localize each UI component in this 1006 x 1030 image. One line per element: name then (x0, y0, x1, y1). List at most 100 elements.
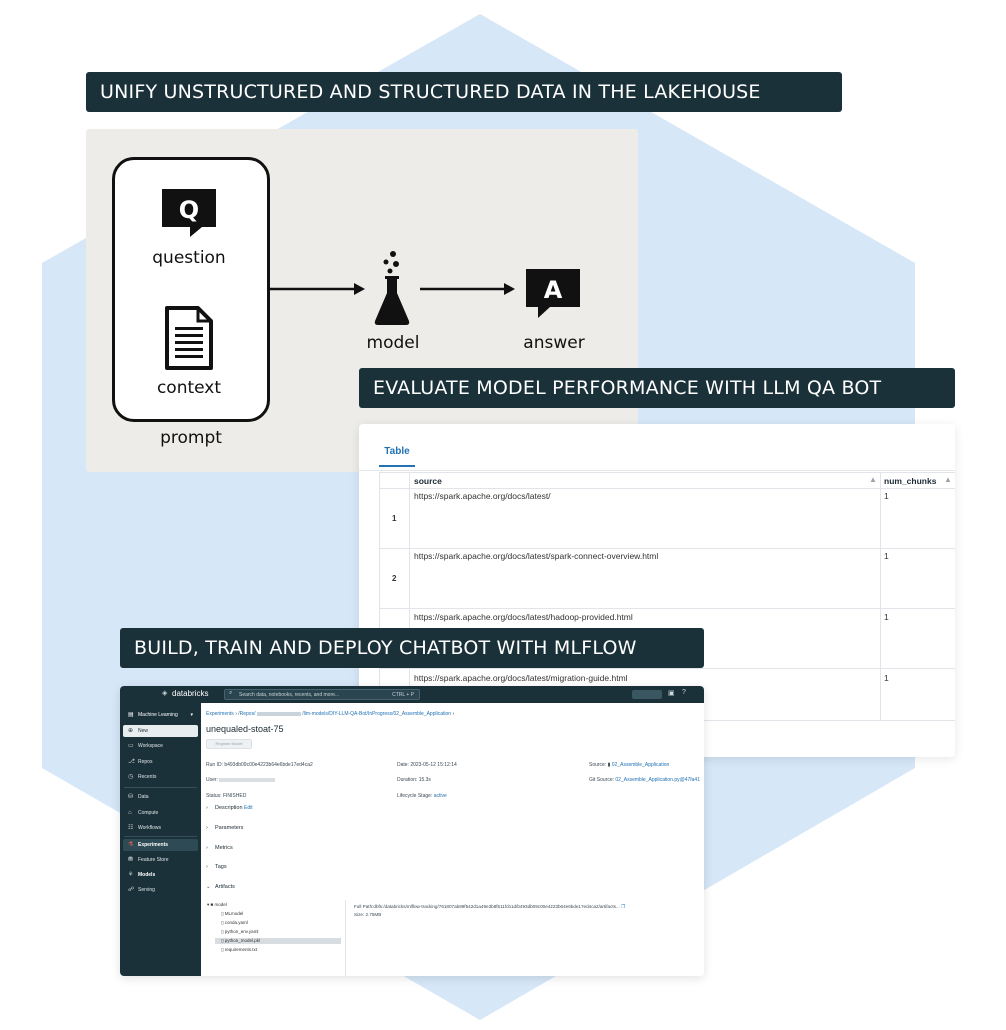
git-source-field: Git Source: 02_Assemble_Application.py@4… (589, 777, 700, 783)
sidebar-divider (124, 836, 197, 837)
sidebar-item-repos[interactable]: ⎇ Repos (123, 756, 198, 768)
search-input[interactable]: ⌕ Search data, notebooks, recents, and m… (224, 689, 420, 700)
question-label: question (152, 248, 226, 268)
workflow-icon: ☷ (128, 825, 134, 831)
tree-item-label: requirements.txt (224, 947, 258, 952)
document-icon (165, 306, 213, 370)
workspace-switcher[interactable] (632, 690, 662, 699)
clock-icon: ◷ (128, 774, 134, 780)
sidebar-item-workspace[interactable]: ▭ Workspace (123, 740, 198, 752)
table-border (880, 472, 881, 720)
cell-num-chunks: 1 (884, 612, 889, 622)
sidebar-item-models[interactable]: ⚘ Models (123, 869, 198, 881)
lifecycle-label: Lifecycle Stage: (397, 793, 433, 799)
sidebar-item-label: Recents (138, 774, 157, 780)
sort-icon[interactable]: ▲ (944, 475, 952, 484)
sidebar-item-new[interactable]: ⊕ New (123, 725, 198, 737)
cell-source: https://spark.apache.org/docs/latest/had… (414, 612, 633, 622)
lifecycle-field: Lifecycle Stage: active (397, 793, 447, 799)
tree-item-label: python_env.yaml (224, 929, 259, 934)
section-description[interactable]: › Description Edit (206, 805, 253, 811)
model-icon: ⚘ (128, 872, 134, 878)
section-metrics[interactable]: › Metrics (206, 845, 233, 851)
context-label: context (156, 378, 222, 398)
breadcrumb-path[interactable]: /llm-models/DIY-LLM-QA-Bot/InProgress/02… (302, 711, 451, 717)
source-label: Source: (589, 762, 607, 768)
prompt-label: prompt (160, 428, 222, 448)
cell-num-chunks: 1 (884, 673, 889, 683)
tree-file[interactable]: ▯ requirements.txt (221, 947, 257, 953)
top-bar: ◈ databricks ⌕ Search data, notebooks, r… (120, 686, 704, 703)
column-header-num-chunks[interactable]: num_chunks (884, 476, 936, 486)
table-border (379, 488, 955, 489)
section-tags[interactable]: › Tags (206, 864, 227, 870)
sidebar-item-data[interactable]: ⛁ Data (123, 791, 198, 803)
databricks-logo-icon: ◈ (162, 690, 168, 697)
tab-table[interactable]: Table (379, 446, 415, 467)
data-icon: ⛁ (128, 794, 134, 800)
sidebar-item-workflows[interactable]: ☷ Workflows (123, 822, 198, 834)
sidebar-item-recents[interactable]: ◷ Recents (123, 771, 198, 783)
cell-num-chunks: 1 (884, 491, 889, 501)
sidebar-item-serving[interactable]: ☍ Serving (123, 884, 198, 896)
brand-name: databricks (172, 689, 209, 698)
tree-folder-model[interactable]: ▾ ■ model (207, 902, 227, 908)
tab-underline (359, 470, 955, 471)
model-label: model (366, 333, 420, 353)
source-link[interactable]: 02_Assemble_Application (612, 762, 670, 768)
persona-label: Machine Learning (138, 712, 178, 718)
notifications-icon[interactable]: ▣ (668, 689, 675, 697)
banner-build-chatbot: BUILD, TRAIN AND DEPLOY CHATBOT WITH MLF… (120, 628, 704, 668)
run-id-value: b493db09c00e4223b64e6bde17ed4ca2 (224, 762, 313, 768)
repo-icon: ⎇ (128, 759, 135, 765)
artifact-path-text: Full Path:dbfs:/databricks/mlflow-tracki… (354, 904, 620, 909)
tree-file[interactable]: ▯ MLmodel (221, 911, 243, 917)
search-placeholder: Search data, notebooks, recents, and mor… (239, 692, 340, 698)
table-border (379, 472, 380, 720)
chevron-down-icon: ▾ (190, 712, 193, 718)
tree-file[interactable]: ▯ python_env.yaml (221, 929, 258, 935)
file-icon: ▯ (221, 938, 224, 943)
tree-item-label: MLmodel (224, 911, 244, 916)
answer-label: answer (523, 333, 585, 353)
sidebar-item-feature-store[interactable]: ⛃ Feature Store (123, 854, 198, 866)
arrow-right-icon-2 (420, 283, 515, 295)
file-icon: ▯ (221, 911, 224, 916)
row-index: 1 (392, 514, 397, 523)
question-bubble-icon: Q (162, 189, 216, 237)
section-label: Description (215, 805, 243, 811)
sidebar-item-label: Feature Store (138, 857, 169, 863)
tree-item-label: conda.yaml (224, 920, 248, 925)
chevron-right-icon: › (206, 825, 208, 831)
column-header-source[interactable]: source (414, 476, 442, 486)
sidebar-item-label: Experiments (138, 842, 169, 848)
tree-file[interactable]: ▯ conda.yaml (221, 920, 248, 926)
sort-icon[interactable]: ▲ (869, 475, 877, 484)
duration-value: 15.3s (418, 777, 431, 783)
section-parameters[interactable]: › Parameters (206, 825, 243, 831)
register-model-button[interactable]: Register Model (206, 739, 252, 749)
sidebar-item-label: Data (138, 794, 149, 800)
sidebar-item-experiments[interactable]: ⚗ Experiments (123, 839, 198, 851)
breadcrumb-experiments[interactable]: Experiments (206, 711, 234, 717)
flask-icon (374, 251, 410, 325)
help-icon[interactable]: ? (682, 689, 686, 696)
serving-icon: ☍ (128, 887, 135, 893)
sidebar-item-label: Workspace (138, 743, 163, 749)
sidebar-item-compute[interactable]: ⌂ Compute (123, 807, 198, 819)
git-source-link[interactable]: 02_Assemble_Application.py@47fa41 (615, 777, 700, 783)
copy-icon[interactable]: ❐ (621, 904, 625, 909)
arrow-right-icon (270, 283, 365, 295)
section-artifacts[interactable]: ⌄ Artifacts (206, 884, 235, 890)
run-id-field: Run ID: b493db09c00e4223b64e6bde17ed4ca2 (206, 762, 313, 768)
tree-file-selected[interactable]: ▯ python_model.pkl (215, 938, 341, 944)
tree-item-label: model (214, 902, 227, 907)
breadcrumb-repos[interactable]: /Repos/ (238, 711, 255, 717)
edit-description-link[interactable]: Edit (244, 805, 253, 811)
artifact-size: Size: 2.75MB (354, 912, 382, 917)
persona-selector[interactable]: ▤ Machine Learning ▾ (123, 709, 198, 721)
tree-item-label: python_model.pkl (224, 938, 261, 943)
search-icon: ⌕ (229, 690, 233, 696)
answer-glyph: A (544, 276, 563, 304)
compute-icon: ⌂ (128, 810, 132, 816)
